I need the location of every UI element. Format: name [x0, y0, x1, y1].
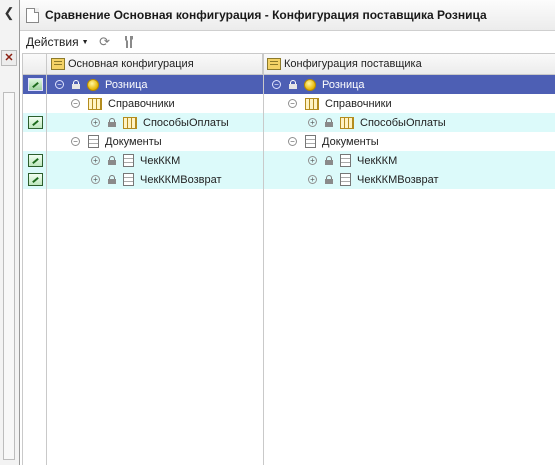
tree-rows: − Розница − Розница − Справочники − Спра…	[23, 75, 555, 189]
window-title: Сравнение Основная конфигурация - Конфиг…	[45, 8, 487, 22]
lock-icon	[325, 175, 333, 184]
lock-icon	[325, 118, 333, 127]
merge-marker-icon[interactable]	[27, 116, 43, 129]
collapse-icon[interactable]: −	[288, 99, 297, 108]
actions-label: Действия	[26, 35, 79, 49]
merge-marker-icon[interactable]	[27, 173, 43, 186]
vendor-config-icon	[267, 58, 281, 70]
caret-down-icon: ▼	[81, 38, 89, 46]
lock-icon	[108, 156, 116, 165]
right-item-label: Справочники	[325, 97, 392, 110]
documents-icon	[88, 135, 99, 148]
configuration-icon	[87, 78, 99, 91]
catalogs-icon	[88, 97, 102, 110]
right-column-header[interactable]: Конфигурация поставщика	[263, 54, 555, 74]
left-item-label: СпособыОплаты	[143, 116, 229, 129]
left-item-label: ЧекККМ	[140, 154, 181, 167]
collapse-icon[interactable]: −	[288, 137, 297, 146]
row-marker-cell[interactable]	[23, 75, 47, 94]
close-icon[interactable]: ✕	[1, 50, 17, 66]
catalog-icon	[123, 116, 137, 129]
tree-row[interactable]: − Справочники − Справочники	[23, 94, 555, 113]
right-item-label: ЧекККМ	[357, 154, 398, 167]
tree-row[interactable]: + ЧекККМВозврат + ЧекККМВозврат	[23, 170, 555, 189]
row-marker-cell[interactable]	[23, 113, 47, 132]
comparison-window: Сравнение Основная конфигурация - Конфиг…	[20, 0, 555, 465]
document-icon	[123, 173, 134, 186]
catalog-icon	[340, 116, 354, 129]
marker-column-header	[23, 54, 47, 74]
collapse-icon[interactable]: −	[71, 99, 80, 108]
left-item-label: ЧекККМВозврат	[140, 173, 222, 186]
merge-marker-icon[interactable]	[27, 78, 43, 91]
document-icon	[123, 154, 134, 167]
right-item-label: СпособыОплаты	[360, 116, 446, 129]
row-marker-cell	[23, 94, 47, 113]
left-column-header[interactable]: Основная конфигурация	[47, 54, 263, 74]
settings-icon[interactable]	[121, 34, 137, 50]
lock-icon	[108, 175, 116, 184]
expand-icon[interactable]: +	[308, 156, 317, 165]
expand-icon[interactable]: +	[91, 175, 100, 184]
document-icon	[340, 173, 351, 186]
right-column-title: Конфигурация поставщика	[284, 58, 422, 70]
refresh-icon[interactable]: ⟳	[97, 34, 113, 50]
main-config-icon	[51, 58, 65, 70]
collapse-arrow-icon[interactable]: ❮	[2, 4, 16, 22]
catalogs-icon	[305, 97, 319, 110]
row-marker-cell[interactable]	[23, 170, 47, 189]
row-marker-cell	[23, 132, 47, 151]
actions-menu-button[interactable]: Действия ▼	[26, 35, 89, 49]
side-tab[interactable]	[3, 92, 15, 460]
left-side-panel: ❮ ✕	[0, 0, 20, 465]
left-item-label: Розница	[105, 78, 148, 91]
lock-icon	[108, 118, 116, 127]
title-bar: Сравнение Основная конфигурация - Конфиг…	[20, 0, 555, 31]
right-item-label: ЧекККМВозврат	[357, 173, 439, 186]
lock-icon	[72, 80, 80, 89]
tree-row[interactable]: + СпособыОплаты + СпособыОплаты	[23, 113, 555, 132]
lock-icon	[325, 156, 333, 165]
merge-marker-icon[interactable]	[27, 154, 43, 167]
collapse-icon[interactable]: −	[71, 137, 80, 146]
expand-icon[interactable]: +	[91, 156, 100, 165]
collapse-icon[interactable]: −	[55, 80, 64, 89]
tree-row[interactable]: − Розница − Розница	[23, 75, 555, 94]
lock-icon	[289, 80, 297, 89]
configuration-icon	[304, 78, 316, 91]
row-marker-cell[interactable]	[23, 151, 47, 170]
expand-icon[interactable]: +	[91, 118, 100, 127]
expand-icon[interactable]: +	[308, 175, 317, 184]
left-item-label: Документы	[105, 135, 162, 148]
column-divider[interactable]	[263, 54, 264, 465]
collapse-icon[interactable]: −	[272, 80, 281, 89]
marker-column-divider	[46, 54, 47, 465]
grid-header: Основная конфигурация Конфигурация поста…	[23, 54, 555, 75]
right-item-label: Документы	[322, 135, 379, 148]
document-icon	[340, 154, 351, 167]
tree-row[interactable]: + ЧекККМ + ЧекККМ	[23, 151, 555, 170]
documents-icon	[305, 135, 316, 148]
toolbar: Действия ▼ ⟳	[20, 31, 555, 53]
expand-icon[interactable]: +	[308, 118, 317, 127]
document-icon	[26, 7, 39, 23]
comparison-tree-grid[interactable]: Основная конфигурация Конфигурация поста…	[22, 53, 555, 465]
right-item-label: Розница	[322, 78, 365, 91]
left-column-title: Основная конфигурация	[68, 58, 194, 70]
tree-row[interactable]: − Документы − Документы	[23, 132, 555, 151]
left-item-label: Справочники	[108, 97, 175, 110]
